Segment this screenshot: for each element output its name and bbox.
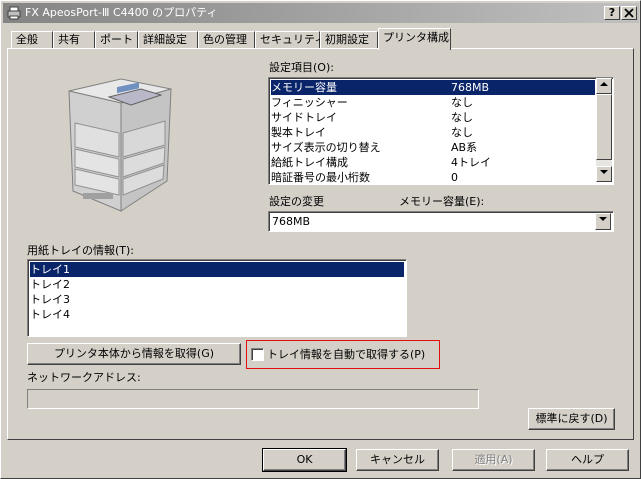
select-value: 768MB	[272, 215, 311, 228]
setting-value: 4トレイ	[451, 156, 491, 169]
setting-value: AB系	[451, 141, 478, 154]
window-title: FX ApeosPort-Ⅲ C4400 のプロパティ	[25, 6, 218, 19]
tray-name: トレイ3	[30, 293, 70, 306]
tab-sharing[interactable]: 共有	[53, 31, 95, 49]
help-button[interactable]: ヘルプ	[546, 449, 629, 471]
setting-name: 製本トレイ	[271, 126, 326, 139]
settings-list[interactable]: メモリー容量 768MB フィニッシャー なし サイドトレイ なし 製本トレイ …	[268, 77, 614, 185]
tray-name: トレイ4	[30, 308, 70, 321]
tray-row[interactable]: トレイ4	[30, 307, 404, 322]
setting-name: サイズ表示の切り替え	[271, 141, 381, 154]
restore-defaults-button[interactable]: 標準に戻す(D)	[528, 408, 615, 430]
settings-items-label: 設定項目(O):	[269, 61, 334, 74]
printer-illustration	[68, 78, 172, 212]
properties-window: FX ApeosPort-Ⅲ C4400 のプロパティ ? 全般 共有 ポート …	[0, 0, 641, 479]
auto-get-tray-info-checkbox[interactable]	[251, 348, 264, 361]
title-bar[interactable]: FX ApeosPort-Ⅲ C4400 のプロパティ ?	[3, 3, 639, 23]
apply-button[interactable]: 適用(A)	[452, 449, 535, 471]
setting-name: フィニッシャー	[271, 96, 348, 109]
setting-name: 暗証番号の最小桁数	[271, 171, 370, 184]
setting-value: なし	[451, 126, 473, 139]
tray-name: トレイ1	[30, 263, 70, 276]
close-icon	[624, 8, 634, 18]
get-info-from-printer-button[interactable]: プリンタ本体から情報を取得(G)	[27, 343, 241, 365]
tray-row[interactable]: トレイ1	[30, 262, 404, 277]
settings-row-size-display[interactable]: サイズ表示の切り替え AB系	[271, 140, 595, 155]
network-address-label: ネットワークアドレス:	[27, 371, 141, 384]
tray-row[interactable]: トレイ2	[30, 277, 404, 292]
memory-capacity-select[interactable]: 768MB	[268, 211, 614, 232]
settings-row-memory[interactable]: メモリー容量 768MB	[271, 80, 595, 95]
arrow-up-icon	[600, 82, 608, 86]
scroll-up-button[interactable]	[596, 78, 612, 94]
printer-icon	[7, 6, 21, 20]
settings-row-paper-tray-config[interactable]: 給紙トレイ構成 4トレイ	[271, 155, 595, 170]
scroll-down-button[interactable]	[596, 166, 612, 182]
setting-value: 0	[451, 171, 458, 184]
setting-name: サイドトレイ	[271, 111, 337, 124]
cancel-button[interactable]: キャンセル	[356, 449, 439, 471]
help-title-button[interactable]: ?	[604, 6, 620, 20]
paper-tray-list[interactable]: トレイ1 トレイ2 トレイ3 トレイ4	[27, 259, 407, 337]
settings-row-pin-min-digits[interactable]: 暗証番号の最小桁数 0	[271, 170, 595, 185]
paper-tray-info-label: 用紙トレイの情報(T):	[27, 244, 135, 257]
tab-security[interactable]: セキュリティ	[255, 31, 325, 49]
arrow-down-icon	[600, 170, 608, 174]
network-address-field	[27, 389, 479, 409]
setting-value: なし	[451, 111, 473, 124]
tab-defaults[interactable]: 初期設定	[320, 31, 378, 49]
tab-color-management[interactable]: 色の管理	[198, 31, 255, 49]
chevron-down-icon	[599, 217, 607, 221]
setting-value: なし	[451, 96, 473, 109]
dropdown-button[interactable]	[595, 213, 611, 230]
tab-ports[interactable]: ポート	[95, 31, 138, 49]
memory-capacity-label: メモリー容量(E):	[399, 195, 485, 208]
setting-name: メモリー容量	[271, 81, 337, 94]
change-setting-label: 設定の変更	[269, 195, 324, 208]
tab-advanced[interactable]: 詳細設定	[138, 31, 198, 49]
tray-name: トレイ2	[30, 278, 70, 291]
scroll-thumb[interactable]	[596, 94, 612, 160]
auto-get-tray-info-label[interactable]: トレイ情報を自動で取得する(P)	[267, 348, 425, 361]
tab-printer-configuration[interactable]: プリンタ構成	[378, 28, 451, 50]
settings-row-booklet-tray[interactable]: 製本トレイ なし	[271, 125, 595, 140]
tab-general[interactable]: 全般	[11, 31, 53, 49]
setting-name: 給紙トレイ構成	[271, 156, 348, 169]
settings-row-side-tray[interactable]: サイドトレイ なし	[271, 110, 595, 125]
setting-value: 768MB	[451, 81, 490, 94]
close-button[interactable]	[621, 6, 637, 20]
tray-row[interactable]: トレイ3	[30, 292, 404, 307]
settings-row-finisher[interactable]: フィニッシャー なし	[271, 95, 595, 110]
ok-button[interactable]: OK	[262, 448, 347, 472]
